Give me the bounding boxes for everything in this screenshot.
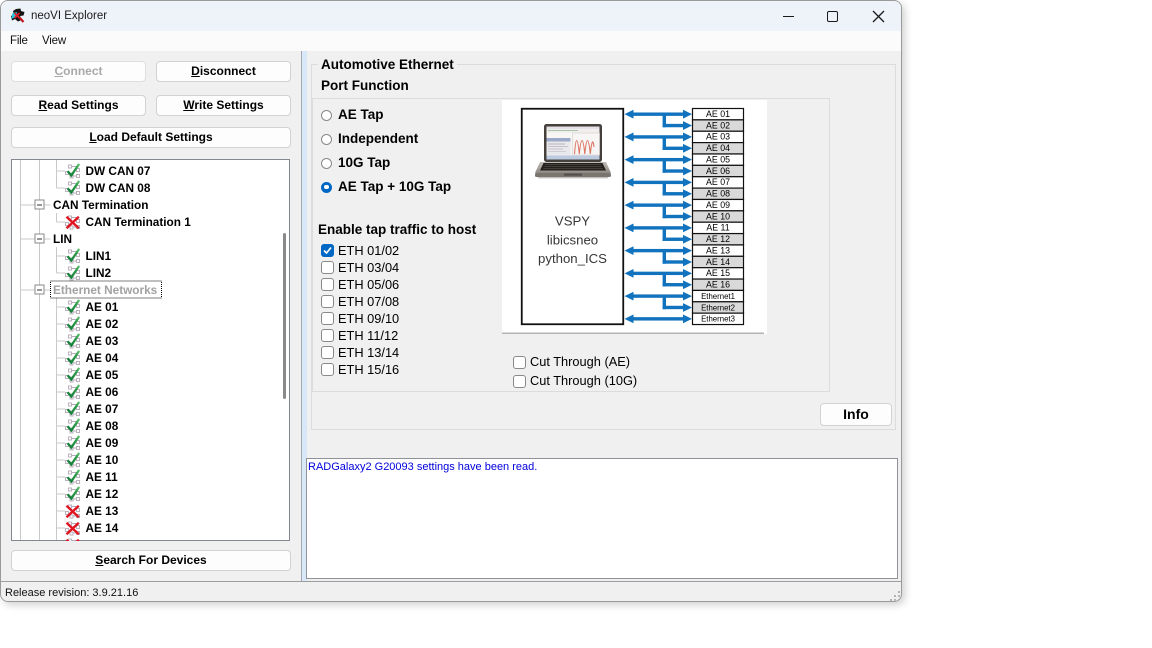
svg-text:AE 14: AE 14 [86,521,119,535]
svg-text:AE 08: AE 08 [86,419,119,433]
svg-text:AE 12: AE 12 [86,487,119,501]
svg-text:AE 11: AE 11 [86,470,119,484]
svg-text:AE 06: AE 06 [706,166,730,176]
svg-text:AE 15: AE 15 [706,268,730,278]
svg-text:AE 13: AE 13 [706,245,730,255]
svg-text:AE 10: AE 10 [706,211,730,221]
svg-text:AE 05: AE 05 [86,368,119,382]
svg-text:Ethernet2: Ethernet2 [701,303,735,312]
svg-text:AE 11: AE 11 [706,223,729,233]
svg-text:AE 14: AE 14 [706,257,730,267]
svg-text:AE 12: AE 12 [706,234,730,244]
svg-text:DW CAN 08: DW CAN 08 [86,181,151,195]
svg-text:AE 06: AE 06 [86,385,119,399]
svg-text:AE 08: AE 08 [706,189,730,199]
svg-text:DW CAN 07: DW CAN 07 [86,164,151,178]
svg-text:Ethernet1: Ethernet1 [701,292,735,301]
svg-text:AE 02: AE 02 [86,317,119,331]
svg-text:AE 03: AE 03 [706,132,730,142]
svg-text:AE 02: AE 02 [706,120,730,130]
svg-text:LIN: LIN [53,232,72,246]
svg-text:LIN2: LIN2 [86,266,112,280]
svg-text:python_ICS: python_ICS [538,251,607,266]
svg-text:Ethernet3: Ethernet3 [701,315,735,324]
svg-text:Ethernet Networks: Ethernet Networks [53,283,158,297]
svg-text:AE 05: AE 05 [706,154,730,164]
svg-text:AE 09: AE 09 [706,200,730,210]
svg-text:AE 01: AE 01 [706,109,730,119]
svg-text:AE 10: AE 10 [86,453,119,467]
svg-text:CAN Termination 1: CAN Termination 1 [86,215,192,229]
svg-text:CAN Termination: CAN Termination [53,198,148,212]
svg-text:AE 04: AE 04 [86,351,119,365]
svg-text:LIN1: LIN1 [86,249,112,263]
svg-text:VSPY: VSPY [555,214,590,229]
svg-text:libicsneo: libicsneo [547,233,598,248]
svg-text:AE 16: AE 16 [706,280,730,290]
svg-text:AE 04: AE 04 [706,143,730,153]
svg-text:AE 03: AE 03 [86,334,119,348]
svg-text:AE 01: AE 01 [86,300,119,314]
svg-text:AE 09: AE 09 [86,436,119,450]
svg-text:AE 13: AE 13 [86,504,119,518]
svg-text:AE 07: AE 07 [86,402,119,416]
svg-text:AE 07: AE 07 [706,177,730,187]
